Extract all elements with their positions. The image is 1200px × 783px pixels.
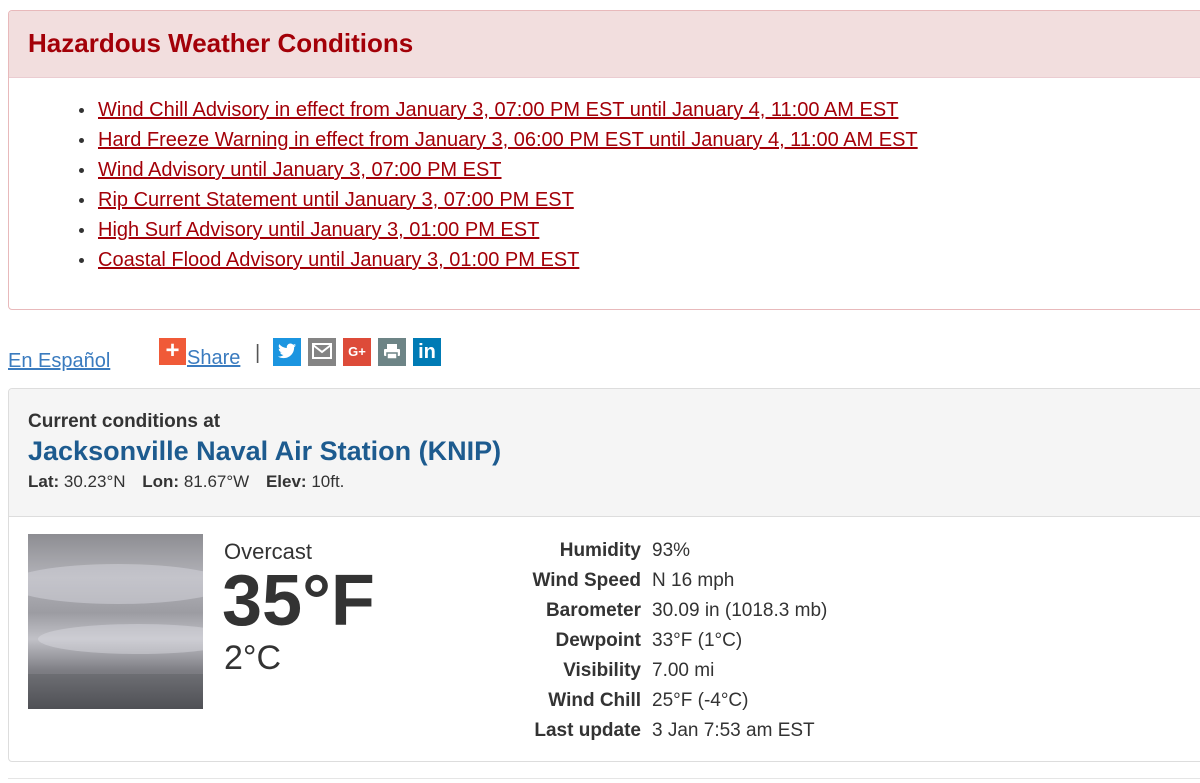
table-row: Last update 3 Jan 7:53 am EST — [449, 716, 827, 746]
hazard-link-hard-freeze-warning[interactable]: Hard Freeze Warning in effect from Janua… — [98, 129, 918, 151]
detail-value: 33°F (1°C) — [652, 630, 743, 651]
detail-label: Last update — [534, 720, 641, 741]
table-row: Barometer 30.09 in (1018.3 mb) — [449, 596, 827, 626]
temperature-celsius: 2°C — [224, 639, 282, 677]
elev-value: 10ft. — [311, 472, 345, 491]
hazardous-weather-panel: Hazardous Weather Conditions Wind Chill … — [8, 10, 1200, 310]
table-row: Wind Speed N 16 mph — [449, 566, 827, 596]
list-item: Coastal Flood Advisory until January 3, … — [79, 249, 918, 279]
hazard-list: Wind Chill Advisory in effect from Janua… — [79, 99, 918, 279]
en-espanol-link[interactable]: En Español — [8, 350, 110, 373]
detail-value: 30.09 in (1018.3 mb) — [652, 600, 828, 621]
lon-label: Lon: — [142, 472, 180, 491]
share-plus-icon[interactable]: + — [159, 338, 186, 365]
share-link[interactable]: Share — [187, 347, 240, 370]
envelope-icon — [312, 343, 332, 359]
google-plus-button[interactable]: G+ — [343, 338, 371, 366]
detail-value: N 16 mph — [652, 570, 735, 591]
list-item: Hard Freeze Warning in effect from Janua… — [79, 129, 918, 159]
bullet-icon — [79, 108, 84, 113]
current-conditions-panel: Current conditions at Jacksonville Naval… — [8, 388, 1200, 762]
bullet-icon — [79, 228, 84, 233]
bullet-icon — [79, 168, 84, 173]
share-separator: | — [255, 342, 261, 364]
station-name: Jacksonville Naval Air Station (KNIP) — [28, 436, 502, 466]
current-conditions-label: Current conditions at — [28, 411, 221, 432]
twitter-icon — [278, 343, 296, 359]
table-row: Wind Chill 25°F (-4°C) — [449, 686, 827, 716]
table-row: Dewpoint 33°F (1°C) — [449, 626, 827, 656]
detail-label: Humidity — [559, 540, 641, 561]
detail-label: Dewpoint — [555, 630, 642, 651]
list-item: High Surf Advisory until January 3, 01:0… — [79, 219, 918, 249]
hazard-title: Hazardous Weather Conditions — [28, 28, 414, 58]
lat-label: Lat: — [28, 472, 60, 491]
bullet-icon — [79, 138, 84, 143]
detail-label: Wind Speed — [532, 570, 641, 591]
hazard-link-wind-advisory[interactable]: Wind Advisory until January 3, 07:00 PM … — [98, 159, 502, 181]
hazard-link-rip-current-statement[interactable]: Rip Current Statement until January 3, 0… — [98, 189, 574, 211]
hazard-link-wind-chill-advisory[interactable]: Wind Chill Advisory in effect from Janua… — [98, 99, 898, 121]
printer-icon — [384, 344, 400, 360]
list-item: Wind Advisory until January 3, 07:00 PM … — [79, 159, 918, 189]
list-item: Wind Chill Advisory in effect from Janua… — [79, 99, 918, 129]
detail-label: Barometer — [545, 600, 641, 621]
cloud-shape — [38, 624, 203, 654]
hazard-link-coastal-flood-advisory[interactable]: Coastal Flood Advisory until January 3, … — [98, 249, 579, 271]
detail-label: Wind Chill — [548, 690, 641, 711]
detail-value: 93% — [652, 540, 691, 561]
elev-label: Elev: — [265, 472, 307, 491]
google-plus-icon: G+ — [348, 344, 366, 359]
temperature-fahrenheit: 35°F — [222, 561, 375, 641]
cloud-shape — [28, 564, 203, 604]
email-button[interactable] — [308, 338, 336, 366]
linkedin-button[interactable]: in — [413, 338, 441, 366]
hazard-link-high-surf-advisory[interactable]: High Surf Advisory until January 3, 01:0… — [98, 219, 539, 241]
lon-value: 81.67°W — [183, 472, 250, 491]
overcast-sky-image — [28, 534, 203, 709]
detail-value: 25°F (-4°C) — [652, 690, 749, 711]
list-item: Rip Current Statement until January 3, 0… — [79, 189, 918, 219]
detail-label: Visibility — [563, 660, 641, 681]
detail-value: 3 Jan 7:53 am EST — [652, 720, 815, 741]
print-button[interactable] — [378, 338, 406, 366]
lat-value: 30.23°N — [63, 472, 126, 491]
table-row: Visibility 7.00 mi — [449, 656, 827, 686]
horizon-shape — [28, 674, 203, 709]
bullet-icon — [79, 258, 84, 263]
conditions-details-table: Humidity 93% Wind Speed N 16 mph Barometer… — [449, 536, 827, 746]
next-panel-edge — [8, 778, 1200, 783]
table-row: Humidity 93% — [449, 536, 827, 566]
detail-value: 7.00 mi — [652, 660, 715, 681]
twitter-button[interactable] — [273, 338, 301, 366]
bullet-icon — [79, 198, 84, 203]
linkedin-icon: in — [418, 341, 436, 363]
station-location: Lat: 30.23°N Lon: 81.67°W Elev: 10ft. — [28, 472, 344, 492]
